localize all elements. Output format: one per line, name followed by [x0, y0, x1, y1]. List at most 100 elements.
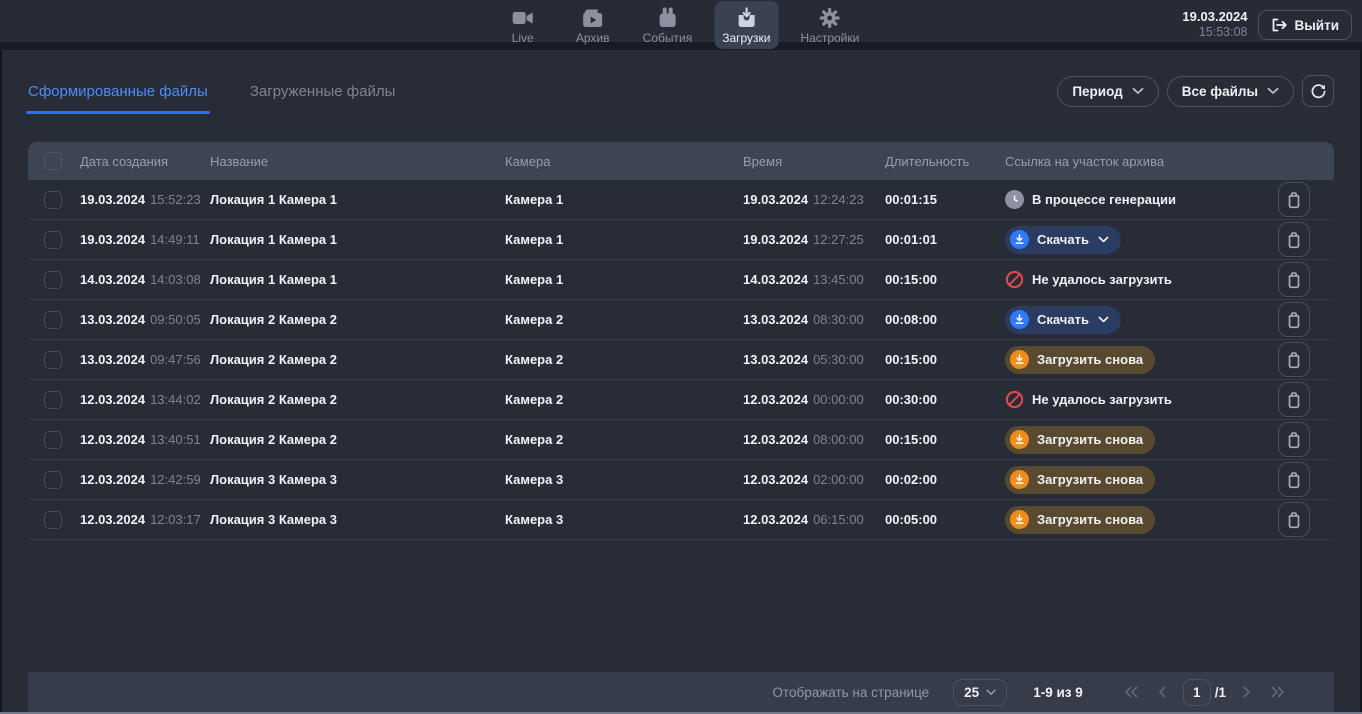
- name-cell: Локация 1 Камера 1: [210, 192, 505, 207]
- duration-cell: 00:30:00: [885, 392, 1005, 407]
- status-error: Не удалось загрузить: [1005, 270, 1172, 289]
- current-page-input[interactable]: 1: [1183, 679, 1211, 706]
- time-cell: 19.03.2024 12:24:23: [743, 192, 885, 207]
- video-camera-icon: [511, 7, 535, 29]
- duration-cell: 00:01:01: [885, 232, 1005, 247]
- table-row: 13.03.2024 09:47:56 Локация 2 Камера 2 К…: [28, 340, 1334, 380]
- table-row: 14.03.2024 14:03:08 Локация 1 Камера 1 К…: [28, 260, 1334, 300]
- retry-download-button[interactable]: Загрузить снова: [1005, 426, 1155, 454]
- blocked-icon: [1005, 390, 1024, 409]
- period-filter-button[interactable]: Период: [1057, 76, 1158, 107]
- camera-cell: Камера 2: [505, 432, 743, 447]
- pagination-bar: Отображать на странице 25 1-9 из 9 1 /1: [28, 672, 1334, 712]
- row-checkbox[interactable]: [44, 231, 62, 249]
- refresh-button[interactable]: [1302, 75, 1334, 107]
- column-header-time: Время: [743, 154, 885, 169]
- download-button[interactable]: Скачать: [1005, 306, 1121, 334]
- status-label: В процессе генерации: [1032, 192, 1176, 207]
- row-checkbox[interactable]: [44, 511, 62, 529]
- delete-button[interactable]: [1278, 262, 1310, 297]
- nav-item-events[interactable]: События: [635, 1, 701, 49]
- events-icon: [655, 7, 679, 29]
- nav-item-live[interactable]: Live: [495, 1, 551, 49]
- last-page-button[interactable]: [1268, 684, 1288, 700]
- row-checkbox[interactable]: [44, 471, 62, 489]
- nav-item-settings[interactable]: Настройки: [793, 1, 868, 49]
- files-table: Дата создания Название Камера Время Длит…: [28, 142, 1334, 540]
- download-button[interactable]: Скачать: [1005, 226, 1121, 254]
- time-cell: 12.03.2024 08:00:00: [743, 432, 885, 447]
- table-row: 12.03.2024 12:03:17 Локация 3 Камера 3 К…: [28, 500, 1334, 540]
- delete-button[interactable]: [1278, 382, 1310, 417]
- next-page-button[interactable]: [1240, 684, 1254, 700]
- column-header-camera: Камера: [505, 154, 743, 169]
- retry-download-button[interactable]: Загрузить снова: [1005, 346, 1155, 374]
- status-label: Не удалось загрузить: [1032, 272, 1172, 287]
- period-filter-label: Период: [1072, 84, 1122, 99]
- download-icon: [1010, 430, 1029, 449]
- table-body: 19.03.2024 15:52:23 Локация 1 Камера 1 К…: [28, 180, 1334, 540]
- trash-icon: [1286, 471, 1302, 489]
- delete-button[interactable]: [1278, 342, 1310, 377]
- logout-label: Выйти: [1295, 18, 1340, 33]
- status-label: Загрузить снова: [1037, 512, 1143, 527]
- nav-item-archive[interactable]: Архив: [565, 1, 621, 49]
- retry-download-button[interactable]: Загрузить снова: [1005, 466, 1155, 494]
- logout-button[interactable]: Выйти: [1258, 10, 1353, 40]
- trash-icon: [1286, 351, 1302, 369]
- per-page-label: Отображать на странице: [772, 685, 929, 700]
- delete-button[interactable]: [1278, 302, 1310, 337]
- prev-page-button[interactable]: [1155, 684, 1169, 700]
- delete-button[interactable]: [1278, 182, 1310, 217]
- duration-cell: 00:05:00: [885, 512, 1005, 527]
- delete-button[interactable]: [1278, 462, 1310, 497]
- delete-button[interactable]: [1278, 502, 1310, 537]
- tab-downloaded-files[interactable]: Загруженные файлы: [250, 58, 396, 124]
- name-cell: Локация 1 Камера 1: [210, 272, 505, 287]
- chevron-down-icon: [1098, 316, 1109, 323]
- created-cell: 12.03.2024 12:42:59: [80, 472, 210, 487]
- duration-cell: 00:02:00: [885, 472, 1005, 487]
- delete-button[interactable]: [1278, 222, 1310, 257]
- main-nav: Live Архив: [495, 0, 868, 50]
- name-cell: Локация 2 Камера 2: [210, 352, 505, 367]
- per-page-select[interactable]: 25: [953, 679, 1007, 706]
- table-row: 12.03.2024 12:42:59 Локация 3 Камера 3 К…: [28, 460, 1334, 500]
- nav-label: События: [643, 32, 693, 44]
- clock: 19.03.2024 15:53:08: [1182, 9, 1247, 41]
- blocked-icon: [1005, 270, 1024, 289]
- current-date: 19.03.2024: [1182, 9, 1247, 25]
- table-header: Дата создания Название Камера Время Длит…: [28, 142, 1334, 180]
- time-cell: 13.03.2024 08:30:00: [743, 312, 885, 327]
- row-checkbox[interactable]: [44, 311, 62, 329]
- name-cell: Локация 2 Камера 2: [210, 392, 505, 407]
- row-checkbox[interactable]: [44, 271, 62, 289]
- total-pages: /1: [1215, 685, 1226, 700]
- retry-download-button[interactable]: Загрузить снова: [1005, 506, 1155, 534]
- tabs: Сформированные файлы Загруженные файлы: [28, 58, 395, 124]
- files-filter-button[interactable]: Все файлы: [1167, 76, 1294, 107]
- download-icon: [1010, 230, 1029, 249]
- toolbar: Сформированные файлы Загруженные файлы П…: [28, 58, 1334, 124]
- row-checkbox[interactable]: [44, 391, 62, 409]
- select-all-checkbox[interactable]: [44, 152, 62, 170]
- created-cell: 19.03.2024 15:52:23: [80, 192, 210, 207]
- first-page-button[interactable]: [1121, 684, 1141, 700]
- row-checkbox[interactable]: [44, 351, 62, 369]
- download-icon: [1010, 310, 1029, 329]
- trash-icon: [1286, 431, 1302, 449]
- created-cell: 13.03.2024 09:50:05: [80, 312, 210, 327]
- tab-generated-files[interactable]: Сформированные файлы: [28, 58, 208, 124]
- time-cell: 13.03.2024 05:30:00: [743, 352, 885, 367]
- row-checkbox[interactable]: [44, 431, 62, 449]
- archive-link-cell: Загрузить снова Загрузить снова: [1005, 426, 1254, 454]
- nav-item-downloads[interactable]: Загрузки: [714, 1, 778, 49]
- files-filter-label: Все файлы: [1182, 84, 1258, 99]
- delete-button[interactable]: [1278, 422, 1310, 457]
- chevron-down-icon: [986, 689, 996, 696]
- status-label: Не удалось загрузить: [1032, 392, 1172, 407]
- trash-icon: [1286, 271, 1302, 289]
- archive-link-cell: Загрузить снова Загрузить снова: [1005, 346, 1254, 374]
- status-label: Загрузить снова: [1037, 352, 1143, 367]
- row-checkbox[interactable]: [44, 191, 62, 209]
